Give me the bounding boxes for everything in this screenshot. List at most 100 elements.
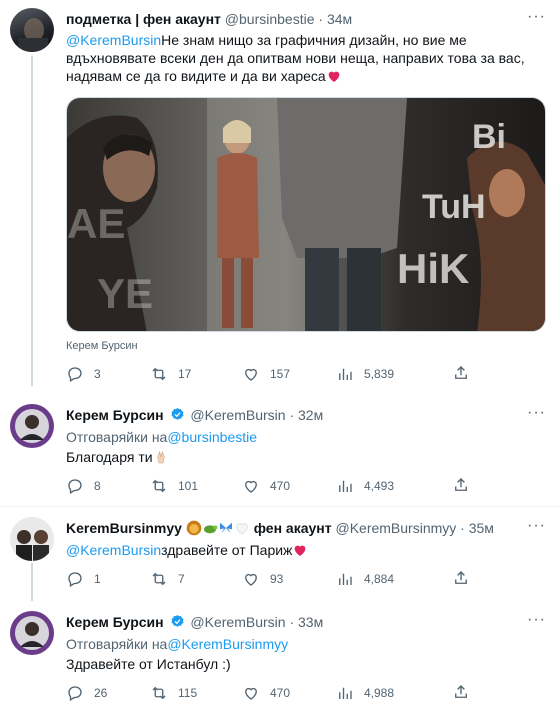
like-icon bbox=[242, 477, 260, 495]
views-button[interactable]: 5,839 bbox=[336, 364, 394, 384]
media-caption[interactable]: Керем Бурсин bbox=[66, 340, 138, 352]
share-button[interactable] bbox=[452, 683, 470, 704]
display-name[interactable]: Керем Бурсин bbox=[66, 614, 164, 630]
tweet-2[interactable]: Керем Бурсин @KeremBursin · 32м ··· Отго… bbox=[0, 394, 560, 506]
reply-count: 1 bbox=[94, 572, 101, 586]
views-icon bbox=[336, 684, 354, 702]
like-icon bbox=[242, 684, 260, 702]
retweet-button[interactable]: 7 bbox=[150, 569, 185, 589]
avatar-photo bbox=[16, 530, 49, 561]
more-icon[interactable]: ··· bbox=[527, 611, 546, 629]
tweet-text: Благодаря ти bbox=[66, 448, 544, 466]
separator-dot: · bbox=[318, 11, 324, 27]
tweet-1[interactable]: подметка | фен акаунт @bursinbestie · 34… bbox=[0, 0, 560, 394]
avatar[interactable] bbox=[10, 517, 54, 561]
avatar-photo bbox=[18, 18, 48, 52]
retweet-count: 115 bbox=[178, 686, 198, 700]
avatar[interactable] bbox=[10, 8, 54, 52]
views-button[interactable]: 4,493 bbox=[336, 476, 394, 496]
folded-hands-icon bbox=[156, 450, 165, 464]
avatar-photo bbox=[15, 409, 49, 443]
overlay-text-1: Bi bbox=[472, 118, 506, 156]
share-button[interactable] bbox=[452, 364, 470, 385]
more-icon[interactable]: ··· bbox=[527, 404, 546, 422]
mention-link[interactable]: @KeremBursin bbox=[66, 542, 161, 558]
red-heart-icon bbox=[328, 71, 340, 82]
like-button[interactable]: 470 bbox=[242, 476, 290, 496]
reply-icon bbox=[66, 684, 84, 702]
verified-badge-icon bbox=[171, 407, 184, 420]
timestamp[interactable]: 34м bbox=[327, 11, 352, 27]
tweet-media-image[interactable]: Bi TuH HiK AE YE bbox=[66, 97, 546, 332]
retweet-count: 7 bbox=[178, 572, 185, 586]
display-name[interactable]: Керем Бурсин bbox=[66, 407, 164, 423]
views-icon bbox=[336, 570, 354, 588]
user-handle[interactable]: @bursinbestie bbox=[225, 11, 315, 27]
reply-button[interactable]: 3 bbox=[66, 364, 101, 384]
like-button[interactable]: 157 bbox=[242, 364, 290, 384]
user-handle[interactable]: @KeremBursin bbox=[190, 614, 285, 630]
overlay-text-4: AE bbox=[67, 200, 125, 247]
tweet-body: Благодаря ти bbox=[66, 449, 153, 465]
views-button[interactable]: 4,884 bbox=[336, 569, 394, 589]
user-handle[interactable]: @KeremBursinmyy bbox=[335, 520, 456, 536]
reply-context: Отговаряйки на@bursinbestie bbox=[66, 428, 544, 446]
separator-dot: · bbox=[289, 614, 295, 630]
reply-button[interactable]: 1 bbox=[66, 569, 101, 589]
retweet-button[interactable]: 101 bbox=[150, 476, 198, 496]
thread-line bbox=[31, 563, 33, 601]
retweet-button[interactable]: 115 bbox=[150, 683, 197, 703]
share-icon bbox=[452, 476, 470, 494]
like-button[interactable]: 470 bbox=[242, 683, 290, 703]
reply-count: 8 bbox=[94, 479, 101, 493]
action-bar: 8 101 470 4,493 bbox=[66, 476, 466, 496]
timestamp[interactable]: 35м bbox=[469, 520, 494, 536]
timestamp[interactable]: 33м bbox=[298, 614, 323, 630]
display-name[interactable]: подметка | фен акаунт bbox=[66, 11, 221, 27]
retweet-button[interactable]: 17 bbox=[150, 364, 191, 384]
views-icon bbox=[336, 477, 354, 495]
share-icon bbox=[452, 364, 470, 382]
more-icon[interactable]: ··· bbox=[527, 517, 546, 535]
reply-button[interactable]: 26 bbox=[66, 683, 107, 703]
tweet-header: Керем Бурсин @KeremBursin · 33м bbox=[66, 613, 530, 631]
tweet-4[interactable]: Керем Бурсин @KeremBursin · 33м ··· Отго… bbox=[0, 601, 560, 716]
media-artwork: Bi TuH HiK AE YE bbox=[67, 98, 545, 331]
views-icon bbox=[336, 365, 354, 383]
display-name[interactable]: KeremBursinmyy bbox=[66, 520, 182, 536]
share-button[interactable] bbox=[452, 476, 470, 497]
timestamp[interactable]: 32м bbox=[298, 407, 323, 423]
avatar[interactable] bbox=[10, 404, 54, 448]
like-count: 157 bbox=[270, 367, 291, 381]
retweet-icon bbox=[150, 684, 168, 702]
like-button[interactable]: 93 bbox=[242, 569, 283, 589]
separator-dot: · bbox=[460, 520, 465, 536]
tweet-text: @KeremBursinНе знам нищо за графичния ди… bbox=[66, 31, 544, 85]
replying-to-label: Отговаряйки на bbox=[66, 636, 168, 652]
more-icon[interactable]: ··· bbox=[527, 8, 546, 26]
action-bar: 26 115 470 4,988 bbox=[66, 683, 466, 703]
tweet-header: KeremBursinmyy фен акаунт @KeremBursinmy… bbox=[66, 519, 530, 537]
like-icon bbox=[242, 365, 260, 383]
tweet-text: @KeremBursinздравейте от Париж bbox=[66, 541, 544, 559]
mention-link[interactable]: @KeremBursin bbox=[66, 32, 161, 48]
verified-badge-icon bbox=[171, 614, 184, 627]
display-name-suffix[interactable]: фен акаунт bbox=[254, 520, 332, 536]
share-button[interactable] bbox=[452, 569, 470, 590]
views-button[interactable]: 4,988 bbox=[336, 683, 394, 703]
mention-link[interactable]: @KeremBursinmyy bbox=[167, 636, 288, 652]
overlay-text-5: YE bbox=[97, 270, 153, 317]
avatar[interactable] bbox=[10, 611, 54, 655]
views-count: 4,988 bbox=[364, 686, 395, 700]
reply-button[interactable]: 8 bbox=[66, 476, 101, 496]
views-count: 4,884 bbox=[364, 572, 395, 586]
user-handle[interactable]: @KeremBursin bbox=[190, 407, 285, 423]
share-icon bbox=[452, 683, 470, 701]
tweet-3[interactable]: KeremBursinmyy фен акаунт @KeremBursinmy… bbox=[0, 507, 560, 601]
retweet-icon bbox=[150, 477, 168, 495]
tweet-body: здравейте от Париж bbox=[161, 542, 293, 558]
reply-icon bbox=[66, 477, 84, 495]
reply-count: 26 bbox=[94, 686, 108, 700]
mention-link[interactable]: @bursinbestie bbox=[167, 429, 257, 445]
action-bar: 3 17 157 5,839 bbox=[66, 364, 466, 384]
